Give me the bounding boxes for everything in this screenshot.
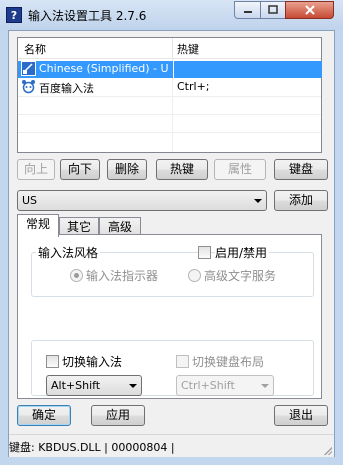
- grid-line: [18, 132, 321, 133]
- column-header-name[interactable]: 名称: [24, 41, 46, 57]
- maximize-button[interactable]: [260, 1, 286, 19]
- row-hotkey: Ctrl+;: [177, 80, 210, 93]
- close-button[interactable]: [285, 1, 334, 19]
- radio-dot: [74, 273, 79, 278]
- grid-line: [18, 114, 321, 115]
- chevron-down-icon: [129, 384, 137, 388]
- properties-button[interactable]: 属性: [214, 159, 266, 180]
- switch-keyboard-layout-label[interactable]: 切换键盘布局: [192, 353, 264, 370]
- delete-button[interactable]: 删除: [107, 159, 147, 180]
- row-cell-hotkey: [173, 61, 322, 78]
- tab-general[interactable]: 常规: [17, 214, 59, 237]
- ime-style-group-label: 输入法风格: [36, 244, 101, 261]
- app-icon[interactable]: ?: [6, 7, 22, 23]
- list-header: 名称 热键: [18, 38, 321, 59]
- row-name: 百度输入法: [39, 82, 94, 95]
- layout-select-value: US: [22, 194, 38, 207]
- advanced-text-services-radio[interactable]: [188, 269, 201, 282]
- move-down-button[interactable]: 向下: [60, 159, 100, 180]
- exit-button[interactable]: 退出: [274, 405, 328, 426]
- list-row-baidu[interactable]: 百度输入法 Ctrl+;: [18, 79, 321, 96]
- add-button[interactable]: 添加: [274, 190, 328, 211]
- status-text: 键盘: KBDUS.DLL | 00000804 |: [9, 441, 175, 454]
- maximize-icon: [268, 5, 278, 14]
- ok-button[interactable]: 确定: [17, 405, 71, 426]
- dialog-body: 名称 热键 Chinese (Simplified) - US... 百度输: [8, 30, 335, 457]
- indicator-radio[interactable]: [70, 269, 83, 282]
- switch-ime-hotkey-select[interactable]: Alt+Shift: [46, 375, 142, 396]
- move-up-button[interactable]: 向上: [17, 159, 55, 180]
- switch-ime-label[interactable]: 切换输入法: [62, 353, 122, 370]
- column-header-hotkey[interactable]: 热键: [177, 41, 199, 57]
- keyboard-button[interactable]: 键盘: [274, 159, 328, 180]
- hotkey-button[interactable]: 热键: [156, 159, 208, 180]
- enable-disable-label[interactable]: 启用/禁用: [215, 244, 270, 261]
- layout-select[interactable]: US: [17, 190, 267, 211]
- list-row-chinese-us[interactable]: Chinese (Simplified) - US...: [18, 61, 322, 78]
- switch-keyboard-hotkey-select[interactable]: Ctrl+Shift: [176, 375, 274, 396]
- column-divider[interactable]: [172, 38, 173, 58]
- indicator-radio-label[interactable]: 输入法指示器: [86, 267, 158, 284]
- switch-keyboard-layout-checkbox[interactable]: [176, 355, 189, 368]
- title-bar[interactable]: ? 输入法设置工具 2.7.6: [0, 0, 343, 30]
- minimize-icon: [243, 11, 252, 13]
- advanced-text-services-label[interactable]: 高级文字服务: [204, 267, 276, 284]
- general-tab-panel: 输入法风格 启用/禁用 输入法指示器 高级文字服务 切换输入法 切换键盘布局 A…: [17, 234, 322, 399]
- row-name: Chinese (Simplified) - US...: [39, 62, 169, 75]
- chevron-down-icon: [261, 384, 269, 388]
- apply-button[interactable]: 应用: [91, 405, 145, 426]
- minimize-button[interactable]: [234, 1, 261, 19]
- switch-ime-hotkey-value: Alt+Shift: [51, 379, 101, 392]
- switch-ime-checkbox[interactable]: [46, 355, 59, 368]
- baidu-ime-icon: [22, 80, 35, 94]
- close-icon: [304, 5, 315, 15]
- switch-keyboard-hotkey-value: Ctrl+Shift: [181, 379, 235, 392]
- chevron-down-icon: [254, 199, 262, 203]
- window-title: 输入法设置工具 2.7.6: [28, 9, 147, 23]
- resize-grip-icon[interactable]: [322, 445, 332, 455]
- enable-disable-checkbox[interactable]: [198, 246, 211, 259]
- status-bar: 键盘: KBDUS.DLL | 00000804 |: [9, 434, 334, 457]
- ime-list[interactable]: 名称 热键 Chinese (Simplified) - US... 百度输: [17, 37, 322, 153]
- keyboard-layout-icon: [21, 61, 36, 76]
- grid-line: [18, 96, 321, 97]
